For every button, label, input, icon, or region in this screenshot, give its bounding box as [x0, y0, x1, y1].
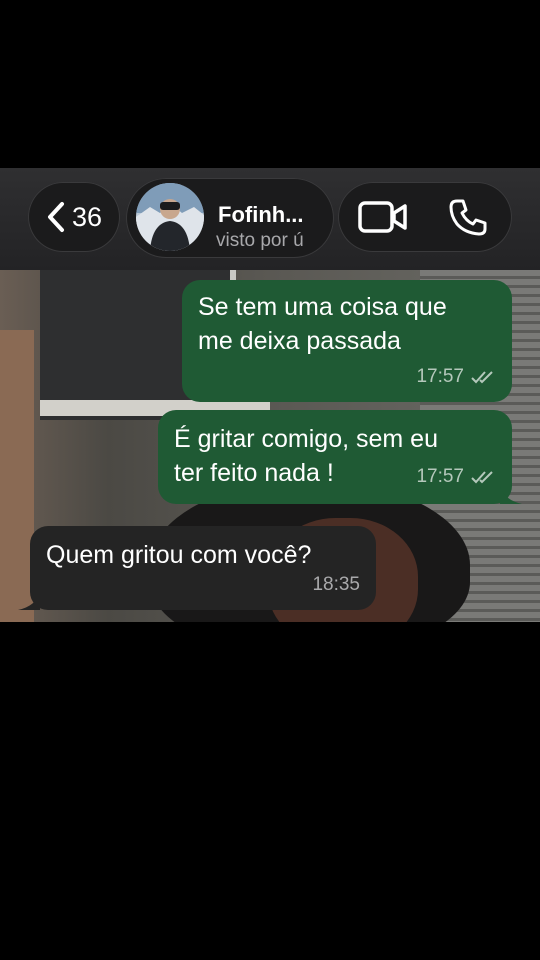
- chat-area[interactable]: Se tem uma coisa que me deixa passada 17…: [0, 270, 540, 622]
- unread-count: 36: [71, 201, 103, 232]
- message-time: 17:57: [416, 466, 464, 487]
- contact-info[interactable]: Fofinh... visto por ú: [126, 178, 334, 258]
- double-check-icon: [471, 471, 493, 484]
- message-meta: 17:57: [416, 460, 496, 494]
- message-outgoing[interactable]: Se tem uma coisa que me deixa passada 17…: [182, 280, 512, 402]
- message-text-line: Quem gritou com você?: [46, 541, 312, 569]
- phone-icon[interactable]: [448, 197, 488, 237]
- video-camera-icon[interactable]: [358, 199, 408, 235]
- bubble-tail: [500, 486, 522, 504]
- message-text-line: É gritar comigo, sem eu: [174, 425, 438, 453]
- contact-name: Fofinh...: [218, 202, 304, 227]
- double-check-icon: [471, 371, 493, 384]
- message-time: 17:57: [416, 366, 464, 387]
- back-button[interactable]: 36: [28, 182, 120, 252]
- message-text-line: me deixa passada: [198, 327, 401, 355]
- message-outgoing[interactable]: É gritar comigo, sem eu ter feito nada !…: [158, 410, 522, 504]
- bubble-tail: [18, 592, 40, 610]
- message-time: 18:35: [312, 574, 360, 595]
- screen: 36 Fofinh... visto por ú Se tem uma cois…: [0, 0, 540, 960]
- chevron-left-icon: [47, 202, 64, 232]
- message-text-line: Se tem uma coisa que: [198, 293, 447, 321]
- avatar[interactable]: [136, 183, 204, 251]
- chat-header: 36 Fofinh... visto por ú: [0, 168, 540, 270]
- message-meta: 17:57: [416, 360, 496, 394]
- wallpaper-cupboard: [0, 330, 34, 622]
- avatar-image: [136, 183, 204, 251]
- call-actions: [338, 182, 512, 252]
- contact-status: visto por ú: [216, 230, 304, 251]
- message-incoming[interactable]: Quem gritou com você? 18:35: [18, 526, 376, 610]
- message-meta: 18:35: [312, 568, 360, 602]
